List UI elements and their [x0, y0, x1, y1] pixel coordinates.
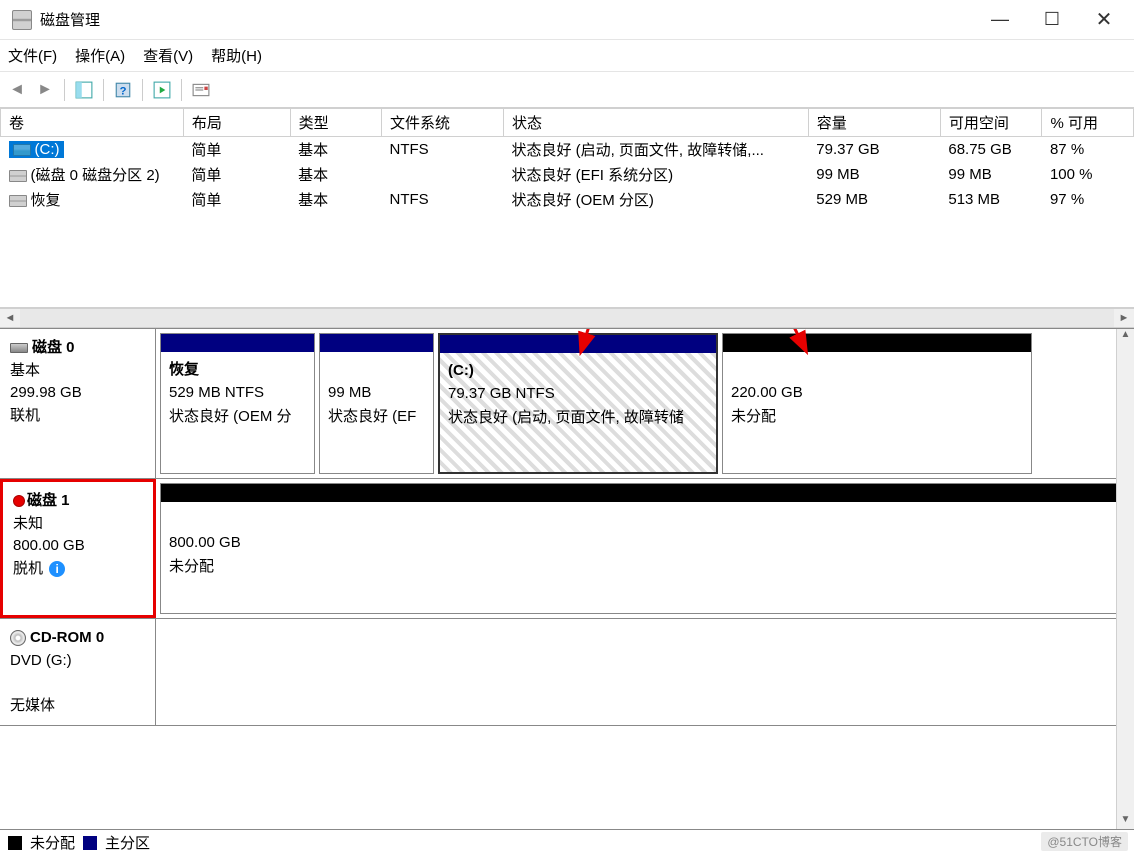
menu-help[interactable]: 帮助(H): [211, 45, 262, 66]
partition-efi[interactable]: 99 MB状态良好 (EF: [319, 333, 434, 474]
disk-row-cdrom[interactable]: CD-ROM 0 DVD (G:) 无媒体: [0, 619, 1134, 726]
col-free[interactable]: 可用空间: [940, 109, 1042, 137]
toolbar-sep: [103, 79, 104, 101]
help-icon[interactable]: ?: [112, 79, 134, 101]
toolbar: ◄ ► ?: [0, 72, 1134, 108]
col-layout[interactable]: 布局: [183, 109, 290, 137]
disk-label-disk1-highlighted: 磁盘 1 未知 800.00 GB 脱机 i: [0, 479, 156, 618]
col-fs[interactable]: 文件系统: [382, 109, 504, 137]
table-row[interactable]: (磁盘 0 磁盘分区 2) 简单 基本 状态良好 (EFI 系统分区) 99 M…: [1, 162, 1134, 187]
col-volume[interactable]: 卷: [1, 109, 184, 137]
volume-list-area: 卷 布局 类型 文件系统 状态 容量 可用空间 % 可用 (C:) 简单 基本 …: [0, 108, 1134, 308]
table-row[interactable]: 恢复 简单 基本 NTFS 状态良好 (OEM 分区) 529 MB 513 M…: [1, 187, 1134, 212]
back-icon[interactable]: ◄: [6, 79, 28, 101]
horizontal-scrollbar[interactable]: ◄ ►: [0, 308, 1134, 328]
partition-recovery[interactable]: 恢复529 MB NTFS状态良好 (OEM 分: [160, 333, 315, 474]
drive-icon: [9, 170, 27, 182]
scroll-right-icon[interactable]: ►: [1114, 309, 1134, 327]
forward-icon[interactable]: ►: [34, 79, 56, 101]
refresh-icon[interactable]: [151, 79, 173, 101]
volume-name-selected: (C:): [9, 141, 64, 158]
cdrom-icon: [10, 630, 26, 646]
disk-label-disk0: 磁盘 0 基本 299.98 GB 联机: [0, 329, 156, 478]
disk-icon: [10, 343, 28, 353]
props-icon[interactable]: [190, 79, 212, 101]
col-capacity[interactable]: 容量: [808, 109, 940, 137]
cdrom-area: [156, 619, 1134, 725]
disk-row-disk0[interactable]: 磁盘 0 基本 299.98 GB 联机 恢复529 MB NTFS状态良好 (…: [0, 329, 1134, 479]
vertical-scrollbar[interactable]: ▲▼: [1116, 329, 1134, 829]
disk-graphical-view: ▲▼ 磁盘 0 基本 299.98 GB 联机 恢复529 MB NTFS状态良…: [0, 328, 1134, 829]
show-hide-icon[interactable]: [73, 79, 95, 101]
disk-row-disk1[interactable]: 磁盘 1 未知 800.00 GB 脱机 i 800.00 GB未分配: [0, 479, 1134, 619]
volume-table[interactable]: 卷 布局 类型 文件系统 状态 容量 可用空间 % 可用 (C:) 简单 基本 …: [0, 108, 1134, 212]
disk0-partitions: 恢复529 MB NTFS状态良好 (OEM 分 99 MB状态良好 (EF (…: [156, 329, 1134, 478]
table-header-row: 卷 布局 类型 文件系统 状态 容量 可用空间 % 可用: [1, 109, 1134, 137]
toolbar-sep: [142, 79, 143, 101]
scroll-left-icon[interactable]: ◄: [0, 309, 20, 327]
menu-file[interactable]: 文件(F): [8, 45, 57, 66]
watermark: @51CTO博客: [1041, 832, 1128, 851]
maximize-button[interactable]: ☐: [1026, 0, 1078, 40]
partition-unallocated-220[interactable]: 220.00 GB未分配: [722, 333, 1032, 474]
drive-icon: [9, 195, 27, 207]
partition-unallocated-800[interactable]: 800.00 GB未分配: [160, 483, 1130, 614]
toolbar-sep: [64, 79, 65, 101]
menubar: 文件(F) 操作(A) 查看(V) 帮助(H): [0, 40, 1134, 72]
titlebar: 磁盘管理 — ☐ ✕: [0, 0, 1134, 40]
app-icon: [12, 10, 32, 30]
col-status[interactable]: 状态: [503, 109, 808, 137]
legend-primary-icon: [83, 836, 97, 850]
scroll-track[interactable]: [20, 309, 1114, 327]
col-type[interactable]: 类型: [290, 109, 381, 137]
disk-label-cdrom: CD-ROM 0 DVD (G:) 无媒体: [0, 619, 156, 725]
table-row[interactable]: (C:) 简单 基本 NTFS 状态良好 (启动, 页面文件, 故障转储,...…: [1, 137, 1134, 163]
svg-text:?: ?: [120, 85, 127, 97]
drive-icon: [13, 144, 31, 156]
legend-primary-label: 主分区: [105, 832, 150, 853]
col-pct[interactable]: % 可用: [1042, 109, 1134, 137]
window-title: 磁盘管理: [40, 9, 974, 30]
legend-unallocated-icon: [8, 836, 22, 850]
menu-view[interactable]: 查看(V): [143, 45, 193, 66]
menu-action[interactable]: 操作(A): [75, 45, 125, 66]
minimize-button[interactable]: —: [974, 0, 1026, 40]
partition-c-selected[interactable]: (C:)79.37 GB NTFS状态良好 (启动, 页面文件, 故障转储: [438, 333, 718, 474]
close-button[interactable]: ✕: [1078, 0, 1130, 40]
error-icon: [13, 495, 25, 507]
disk1-partitions: 800.00 GB未分配: [156, 479, 1134, 618]
legend: 未分配 主分区: [0, 829, 1134, 855]
info-icon[interactable]: i: [49, 561, 65, 577]
toolbar-sep: [181, 79, 182, 101]
legend-unallocated-label: 未分配: [30, 832, 75, 853]
